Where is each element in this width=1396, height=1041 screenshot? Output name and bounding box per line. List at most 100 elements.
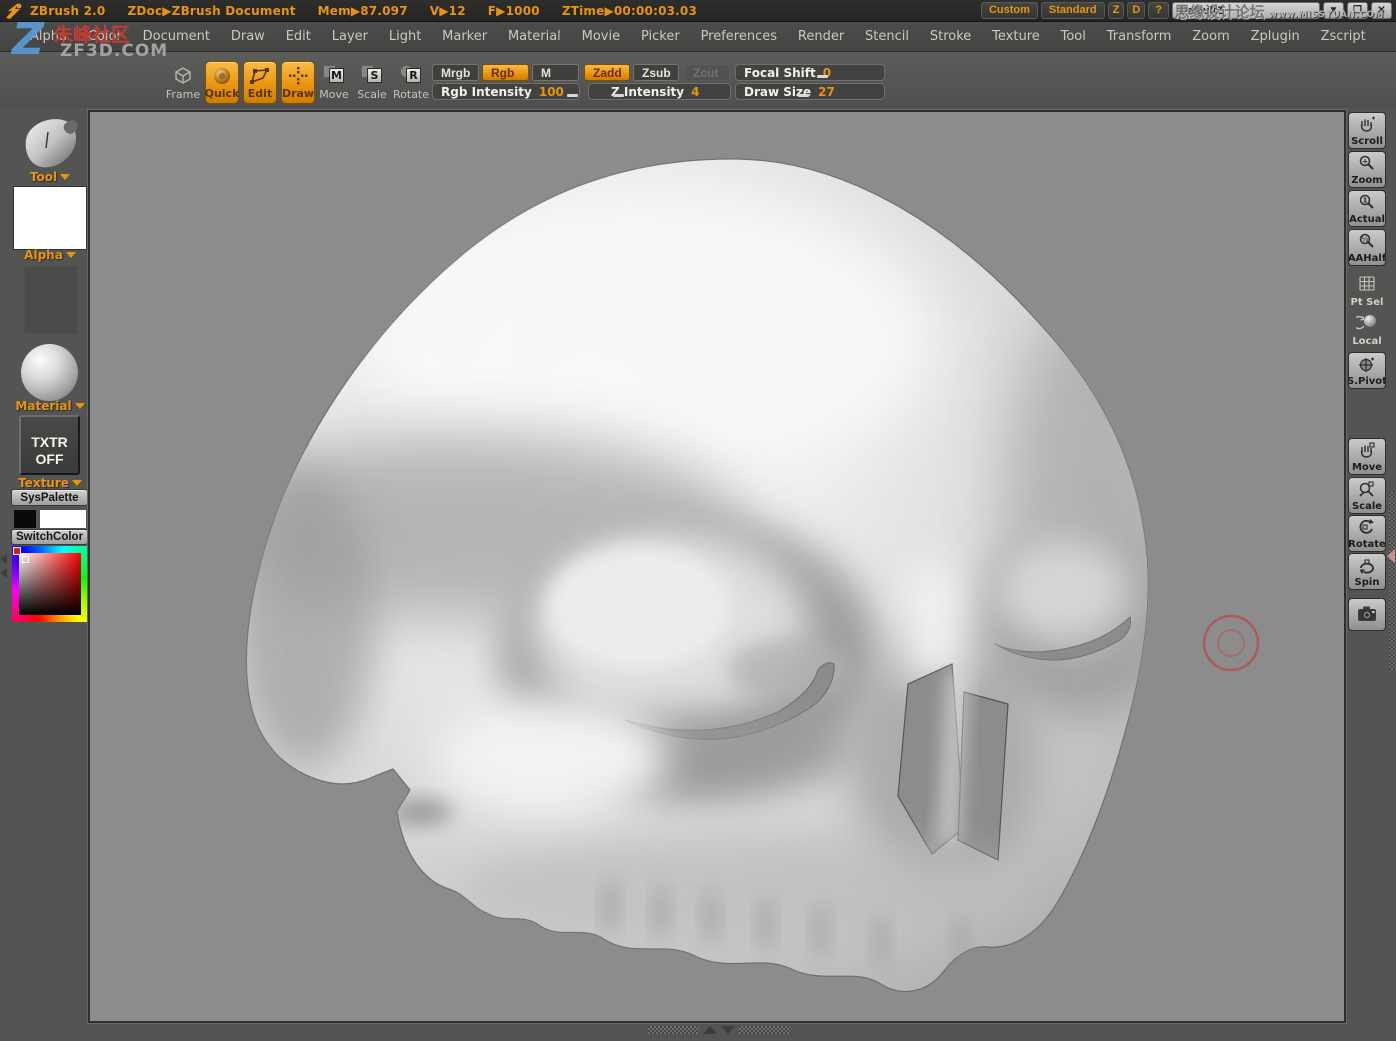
menu-item-layer[interactable]: Layer bbox=[332, 29, 368, 44]
menu-item-transform[interactable]: Transform bbox=[1107, 29, 1172, 44]
custom-ui-button[interactable]: Custom bbox=[981, 2, 1038, 19]
zsub-button[interactable]: Zsub bbox=[633, 64, 679, 81]
material-preview-thumbnail[interactable] bbox=[21, 344, 78, 401]
right-tray-collapse-icon[interactable] bbox=[1387, 549, 1395, 563]
s-pivot-button[interactable]: S.Pivot bbox=[1348, 352, 1386, 389]
texture-flyout-label[interactable]: Texture bbox=[0, 476, 100, 490]
aahalf-button[interactable]: ½ AAHalf bbox=[1348, 229, 1386, 266]
edit-button[interactable]: Edit bbox=[243, 61, 277, 104]
frame-button[interactable]: Frame bbox=[166, 61, 200, 104]
draw-label: Draw bbox=[282, 87, 314, 100]
divider-grip[interactable] bbox=[648, 1026, 699, 1034]
pt-sel-button[interactable]: Pt Sel bbox=[1348, 272, 1386, 309]
move-button[interactable]: M Move bbox=[317, 61, 351, 104]
canvas-document[interactable] bbox=[88, 110, 1346, 1023]
pt-sel-label: Pt Sel bbox=[1350, 297, 1383, 308]
menu-item-preferences[interactable]: Preferences bbox=[701, 29, 777, 44]
dropdown-arrow-icon bbox=[72, 480, 82, 486]
d-button[interactable]: D bbox=[1127, 2, 1145, 19]
zoom-button[interactable]: + Zoom bbox=[1348, 151, 1386, 188]
switchcolor-button[interactable]: SwitchColor bbox=[11, 529, 88, 545]
menu-dropdown-icon[interactable]: ▼ bbox=[1323, 2, 1344, 19]
actual-button[interactable]: 1 Actual bbox=[1348, 190, 1386, 227]
draw-size-slider[interactable]: Draw Size 27 bbox=[735, 83, 885, 100]
divider-grip[interactable] bbox=[739, 1026, 790, 1034]
local-button[interactable]: Local bbox=[1348, 311, 1386, 348]
menu-item-zplugin[interactable]: Zplugin bbox=[1251, 29, 1300, 44]
menu-item-tool[interactable]: Tool bbox=[1061, 29, 1086, 44]
ztime-stat: ZTime▶00:00:03.03 bbox=[562, 4, 697, 18]
tray-collapse-icon[interactable] bbox=[721, 1026, 735, 1034]
menu-item-color[interactable]: Color bbox=[88, 29, 122, 44]
alpha-flyout-label[interactable]: Alpha bbox=[0, 248, 100, 262]
menu-item-picker[interactable]: Picker bbox=[641, 29, 680, 44]
slider-handle[interactable] bbox=[798, 94, 809, 97]
s-pivot-label: S.Pivot bbox=[1348, 376, 1386, 387]
color-picker[interactable] bbox=[12, 546, 88, 622]
mem-stat: Mem▶87.097 bbox=[318, 4, 408, 18]
left-tray-collapse-icon[interactable] bbox=[0, 568, 7, 578]
restore-window-icon[interactable]: ❐ bbox=[1347, 2, 1368, 19]
menu-item-light[interactable]: Light bbox=[389, 29, 421, 44]
menu-item-zscript[interactable]: Zscript bbox=[1321, 29, 1366, 44]
z-button[interactable]: Z bbox=[1108, 2, 1125, 19]
menu-item-zoom[interactable]: Zoom bbox=[1192, 29, 1229, 44]
help-button[interactable]: ? bbox=[1148, 2, 1169, 19]
right-tray-scroll-strip[interactable] bbox=[1389, 492, 1396, 670]
tool-flyout-label[interactable]: Tool bbox=[0, 170, 100, 184]
slider-handle[interactable] bbox=[567, 94, 578, 97]
hue-selector[interactable] bbox=[13, 547, 21, 555]
close-window-icon[interactable]: ✕ bbox=[1371, 2, 1392, 19]
slider-handle[interactable] bbox=[613, 94, 624, 97]
bottom-tray-divider[interactable] bbox=[648, 1025, 790, 1034]
focal-shift-slider[interactable]: Focal Shift 0 bbox=[735, 64, 885, 81]
zcut-button[interactable]: Zcut bbox=[684, 64, 730, 81]
slider-handle[interactable] bbox=[817, 75, 828, 78]
menu-item-document[interactable]: Document bbox=[143, 29, 210, 44]
menu-item-draw[interactable]: Draw bbox=[231, 29, 265, 44]
stroke-preview-thumbnail[interactable] bbox=[24, 266, 78, 334]
z-intensity-slider[interactable]: Z Intensity 4 bbox=[588, 83, 731, 100]
menu-item-stroke[interactable]: Stroke bbox=[930, 29, 971, 44]
rgb-button[interactable]: Rgb bbox=[482, 64, 529, 81]
menu-item-texture[interactable]: Texture bbox=[992, 29, 1040, 44]
syspalette-button[interactable]: SysPalette bbox=[11, 489, 88, 506]
default-zscript-button[interactable]: DefaultZ bbox=[1172, 2, 1320, 19]
scroll-button[interactable]: Scroll bbox=[1348, 112, 1386, 149]
menu-item-alpha[interactable]: Alpha bbox=[30, 29, 67, 44]
rgb-intensity-slider[interactable]: Rgb Intensity 100 bbox=[432, 83, 580, 100]
move-view-button[interactable]: Move bbox=[1348, 438, 1386, 475]
secondary-color-swatch[interactable] bbox=[39, 509, 87, 529]
actual-label: Actual bbox=[1349, 214, 1385, 225]
snapshot-button[interactable] bbox=[1348, 598, 1386, 631]
m-button[interactable]: M bbox=[532, 64, 579, 81]
menu-item-marker[interactable]: Marker bbox=[442, 29, 487, 44]
draw-button[interactable]: Draw bbox=[281, 61, 315, 104]
zadd-button[interactable]: Zadd bbox=[584, 64, 630, 81]
scale-button[interactable]: S Scale bbox=[355, 61, 389, 104]
left-tray-collapse-icon[interactable] bbox=[0, 554, 7, 564]
main-color-swatch[interactable] bbox=[13, 509, 37, 529]
spin-button[interactable]: Spin bbox=[1348, 553, 1386, 590]
quick-button[interactable]: Quick bbox=[205, 61, 239, 104]
menu-item-stencil[interactable]: Stencil bbox=[865, 29, 909, 44]
skull-model[interactable] bbox=[90, 112, 1344, 1021]
menu-item-edit[interactable]: Edit bbox=[286, 29, 311, 44]
tool-preview-thumbnail[interactable] bbox=[18, 110, 82, 172]
scale-view-button[interactable]: Scale bbox=[1348, 477, 1386, 514]
menu-item-render[interactable]: Render bbox=[798, 29, 844, 44]
rotate-button[interactable]: R Rotate bbox=[394, 61, 428, 104]
alpha-preview-thumbnail[interactable] bbox=[13, 186, 87, 250]
tray-expand-icon[interactable] bbox=[703, 1026, 717, 1034]
standard-ui-button[interactable]: Standard bbox=[1041, 2, 1105, 19]
mrgb-button[interactable]: Mrgb bbox=[432, 64, 479, 81]
zdoc-title[interactable]: ZDoc▶ZBrush Document bbox=[127, 4, 295, 18]
menu-item-material[interactable]: Material bbox=[508, 29, 561, 44]
menu-item-movie[interactable]: Movie bbox=[582, 29, 620, 44]
scale-gyro-icon: S bbox=[361, 65, 383, 85]
texture-off-button[interactable]: TXTR OFF bbox=[19, 415, 80, 475]
rotate-view-button[interactable]: Rotate bbox=[1348, 515, 1386, 552]
rotate-view-label: Rotate bbox=[1348, 539, 1386, 550]
material-flyout-label[interactable]: Material bbox=[0, 399, 100, 413]
sv-selector[interactable] bbox=[22, 556, 29, 563]
